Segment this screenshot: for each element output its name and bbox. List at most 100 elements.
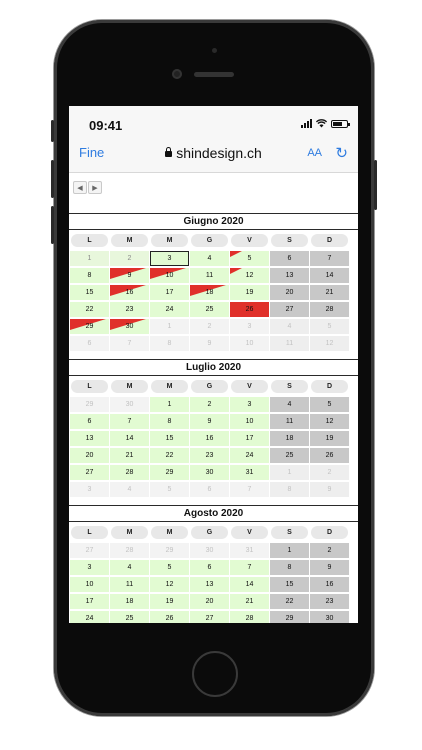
day-cell[interactable]: 15: [270, 577, 309, 592]
day-cell[interactable]: 3: [150, 251, 189, 266]
day-cell[interactable]: 10: [150, 268, 189, 283]
day-cell[interactable]: 17: [230, 431, 269, 446]
day-cell[interactable]: 26: [310, 448, 349, 463]
day-cell[interactable]: 27: [270, 302, 309, 317]
day-cell[interactable]: 12: [150, 577, 189, 592]
day-cell[interactable]: 24: [230, 448, 269, 463]
day-cell[interactable]: 21: [110, 448, 149, 463]
day-cell[interactable]: 19: [310, 431, 349, 446]
day-cell[interactable]: 3: [70, 560, 109, 575]
day-cell[interactable]: 18: [270, 431, 309, 446]
day-cell[interactable]: 29: [270, 611, 309, 623]
day-cell[interactable]: 13: [270, 268, 309, 283]
day-cell[interactable]: 22: [150, 448, 189, 463]
battery-icon: [331, 119, 350, 128]
day-cell[interactable]: 31: [230, 465, 269, 480]
day-cell[interactable]: 13: [190, 577, 229, 592]
day-cell[interactable]: 14: [230, 577, 269, 592]
day-cell[interactable]: 23: [110, 302, 149, 317]
day-cell[interactable]: 20: [190, 594, 229, 609]
day-cell[interactable]: 23: [190, 448, 229, 463]
day-cell[interactable]: 7: [110, 414, 149, 429]
day-cell[interactable]: 22: [270, 594, 309, 609]
day-cell[interactable]: 14: [110, 431, 149, 446]
day-cell[interactable]: 1: [70, 251, 109, 266]
day-cell[interactable]: 2: [310, 543, 349, 558]
day-number: 25: [205, 306, 214, 313]
day-cell[interactable]: 27: [70, 465, 109, 480]
day-cell[interactable]: 14: [310, 268, 349, 283]
day-cell[interactable]: 1: [150, 397, 189, 412]
day-cell[interactable]: 8: [70, 268, 109, 283]
next-month-button[interactable]: ▶: [88, 181, 102, 194]
day-cell[interactable]: 13: [70, 431, 109, 446]
day-cell[interactable]: 23: [310, 594, 349, 609]
day-cell[interactable]: 30: [310, 611, 349, 623]
day-cell[interactable]: 16: [310, 577, 349, 592]
day-cell[interactable]: 25: [190, 302, 229, 317]
day-cell[interactable]: 16: [110, 285, 149, 300]
day-cell[interactable]: 24: [150, 302, 189, 317]
day-cell[interactable]: 25: [110, 611, 149, 623]
day-cell[interactable]: 12: [310, 414, 349, 429]
day-cell[interactable]: 28: [110, 465, 149, 480]
day-cell[interactable]: 29: [70, 319, 109, 334]
home-button[interactable]: [192, 651, 238, 697]
day-cell[interactable]: 11: [190, 268, 229, 283]
day-cell[interactable]: 4: [270, 397, 309, 412]
day-cell[interactable]: 2: [110, 251, 149, 266]
day-cell[interactable]: 28: [310, 302, 349, 317]
day-cell[interactable]: 26: [150, 611, 189, 623]
day-cell[interactable]: 6: [70, 414, 109, 429]
reload-icon[interactable]: ↻: [335, 144, 348, 162]
day-cell[interactable]: 19: [230, 285, 269, 300]
text-size-button[interactable]: AA: [307, 147, 322, 159]
day-cell[interactable]: 6: [270, 251, 309, 266]
prev-month-button[interactable]: ◀: [73, 181, 87, 194]
day-cell[interactable]: 5: [310, 397, 349, 412]
day-cell[interactable]: 17: [70, 594, 109, 609]
day-cell[interactable]: 21: [230, 594, 269, 609]
day-cell[interactable]: 15: [150, 431, 189, 446]
day-cell[interactable]: 7: [230, 560, 269, 575]
day-cell[interactable]: 6: [190, 560, 229, 575]
day-cell[interactable]: 26: [230, 302, 269, 317]
day-cell[interactable]: 27: [190, 611, 229, 623]
day-cell[interactable]: 3: [230, 397, 269, 412]
day-cell[interactable]: 29: [150, 465, 189, 480]
day-cell[interactable]: 30: [190, 465, 229, 480]
day-cell[interactable]: 11: [270, 414, 309, 429]
day-cell[interactable]: 17: [150, 285, 189, 300]
day-cell[interactable]: 1: [270, 543, 309, 558]
day-cell[interactable]: 8: [270, 560, 309, 575]
day-cell[interactable]: 19: [150, 594, 189, 609]
day-number: 17: [245, 435, 254, 442]
day-cell[interactable]: 4: [190, 251, 229, 266]
day-cell[interactable]: 11: [110, 577, 149, 592]
day-cell[interactable]: 10: [70, 577, 109, 592]
day-cell[interactable]: 30: [110, 319, 149, 334]
day-cell[interactable]: 5: [230, 251, 269, 266]
day-cell[interactable]: 15: [70, 285, 109, 300]
day-number: 2: [327, 547, 332, 554]
day-cell[interactable]: 12: [230, 268, 269, 283]
day-cell[interactable]: 22: [70, 302, 109, 317]
day-cell[interactable]: 2: [190, 397, 229, 412]
day-cell[interactable]: 25: [270, 448, 309, 463]
day-cell[interactable]: 9: [110, 268, 149, 283]
day-cell[interactable]: 8: [150, 414, 189, 429]
day-cell[interactable]: 5: [150, 560, 189, 575]
day-cell[interactable]: 10: [230, 414, 269, 429]
day-cell[interactable]: 24: [70, 611, 109, 623]
day-cell[interactable]: 20: [70, 448, 109, 463]
day-cell[interactable]: 9: [310, 560, 349, 575]
day-cell[interactable]: 21: [310, 285, 349, 300]
day-cell[interactable]: 18: [190, 285, 229, 300]
day-cell[interactable]: 9: [190, 414, 229, 429]
day-cell[interactable]: 7: [310, 251, 349, 266]
day-cell[interactable]: 16: [190, 431, 229, 446]
day-cell[interactable]: 4: [110, 560, 149, 575]
day-cell[interactable]: 20: [270, 285, 309, 300]
day-cell[interactable]: 18: [110, 594, 149, 609]
day-cell[interactable]: 28: [230, 611, 269, 623]
